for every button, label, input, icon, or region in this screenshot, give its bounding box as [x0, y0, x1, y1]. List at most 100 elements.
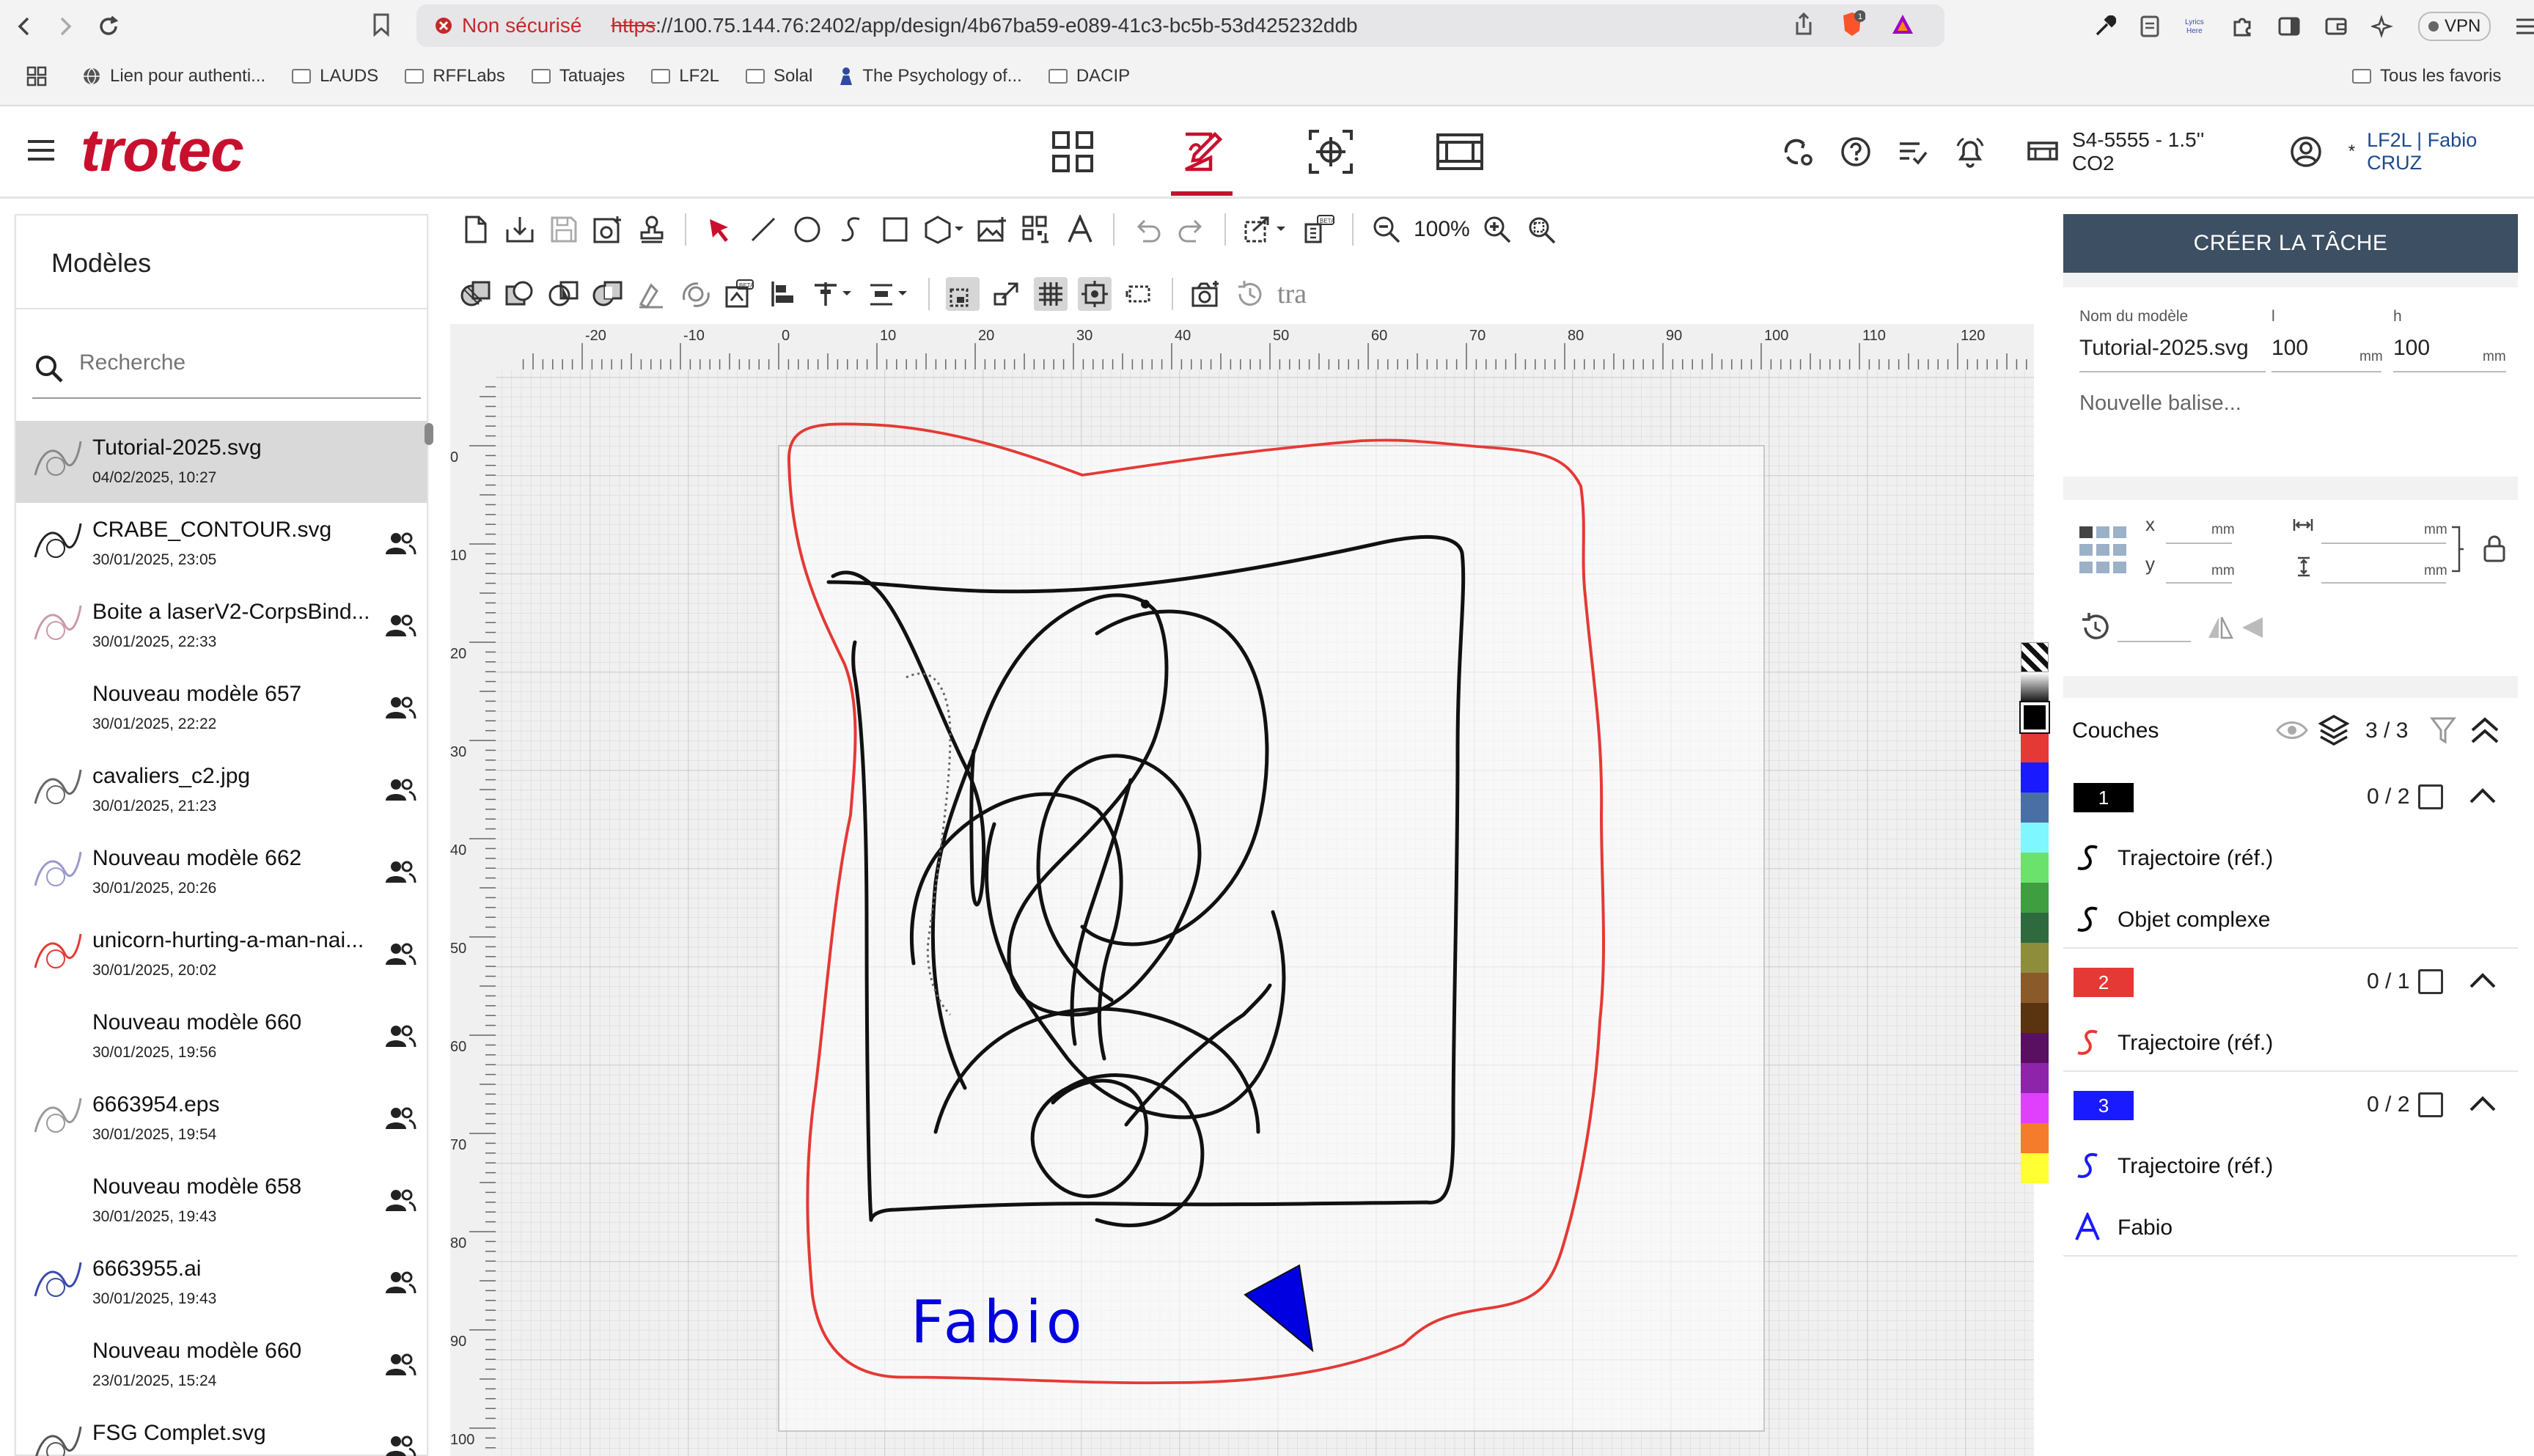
dashboard-mode-button[interactable] [1040, 121, 1106, 183]
model-list-item[interactable]: unicorn-hurting-a-man-nai... 30/01/2025, … [16, 913, 427, 996]
layer-object-item[interactable]: Fabio [2063, 1199, 2518, 1257]
undo-icon[interactable] [1131, 213, 1164, 246]
height-field[interactable]: 100 [2393, 336, 2430, 361]
new-file-icon[interactable] [459, 213, 493, 246]
rotation-field-underline[interactable] [2118, 641, 2191, 642]
create-job-button[interactable]: CRÉER LA TÂCHE [2063, 214, 2518, 273]
model-list-item[interactable]: cavaliers_c2.jpg 30/01/2025, 21:23 [16, 749, 427, 831]
polygon-tool-icon[interactable] [922, 213, 965, 246]
snap-arrow-icon[interactable] [990, 277, 1024, 311]
image-tool-icon[interactable] [975, 213, 1009, 246]
beta-tool-icon[interactable]: BETA [1302, 213, 1336, 246]
camera-add-icon[interactable] [1189, 277, 1223, 311]
share-icon[interactable] [1793, 10, 1814, 38]
palette-gradient-swatch[interactable] [2021, 672, 2049, 702]
snap-to-object-icon[interactable] [946, 277, 980, 311]
layer-object-item[interactable]: Trajectoire (réf.) [2063, 830, 2518, 887]
bookmark-item[interactable]: LAUDS [292, 66, 378, 87]
sidebar-icon[interactable] [2277, 16, 2301, 37]
zoom-out-icon[interactable] [1370, 213, 1403, 246]
layer-object-item[interactable]: Objet complexe [2063, 891, 2518, 949]
help-icon[interactable] [1840, 136, 1871, 167]
bookmark-item[interactable]: The Psychology of... [839, 66, 1022, 87]
palette-color-swatch[interactable] [2021, 973, 2049, 1003]
model-list-item[interactable]: CRABE_CONTOUR.svg 30/01/2025, 23:05 [16, 503, 427, 585]
bounding-box-icon[interactable] [1122, 277, 1156, 311]
hamburger-menu-icon[interactable] [26, 137, 56, 163]
filter-icon[interactable] [2430, 716, 2456, 745]
brave-rewards-icon[interactable] [1890, 10, 1915, 38]
zoom-level[interactable]: 100% [1414, 217, 1470, 242]
text-tool-icon[interactable] [1063, 213, 1097, 246]
layer-select-checkbox[interactable] [2418, 969, 2443, 994]
model-list-item[interactable]: Nouveau modèle 660 23/01/2025, 15:24 [16, 1324, 427, 1406]
layer-header[interactable]: 3 0 / 2 [2063, 1079, 2518, 1130]
palette-color-swatch[interactable] [2021, 1033, 2049, 1063]
model-list-item[interactable]: Nouveau modèle 657 30/01/2025, 22:22 [16, 667, 427, 749]
user-name[interactable]: LF2L | Fabio CRUZ [2367, 129, 2534, 174]
snap-to-center-icon[interactable] [1078, 277, 1112, 311]
tasks-checklist-icon[interactable] [1898, 138, 1928, 166]
stamp-icon[interactable] [635, 213, 669, 246]
bookmark-item[interactable]: Solal [745, 66, 812, 87]
all-bookmarks[interactable]: Tous les favoris [2352, 66, 2501, 87]
layer-header[interactable]: 2 0 / 1 [2063, 956, 2518, 1007]
wallet-icon[interactable] [2324, 16, 2348, 37]
redo-icon[interactable] [1175, 213, 1208, 246]
search-input[interactable] [79, 350, 402, 375]
notifications-bell-icon[interactable] [1955, 136, 1986, 168]
palette-color-swatch[interactable] [2021, 853, 2049, 883]
lyrics-extension-icon[interactable]: Lyrics Here [2184, 15, 2207, 37]
palette-transparent-swatch[interactable] [2021, 642, 2049, 672]
ellipse-tool-icon[interactable] [790, 213, 824, 246]
layer-object-item[interactable]: Trajectoire (réf.) [2063, 1138, 2518, 1195]
reload-icon[interactable] [97, 15, 120, 38]
select-arrow-icon[interactable] [702, 213, 736, 246]
palette-color-swatch[interactable] [2021, 762, 2049, 793]
leo-ai-icon[interactable] [2371, 15, 2395, 38]
align-center-icon[interactable] [811, 277, 856, 311]
subtract-icon[interactable] [503, 277, 537, 311]
apps-grid-icon[interactable] [26, 66, 47, 87]
model-list-item[interactable]: 6663954.eps 30/01/2025, 19:54 [16, 1078, 427, 1160]
palette-color-swatch[interactable] [2021, 883, 2049, 913]
bookmark-page-icon[interactable] [372, 13, 390, 37]
tra-label[interactable]: tra [1277, 278, 1307, 310]
layer-select-checkbox[interactable] [2418, 784, 2443, 809]
model-list-item[interactable]: Boite a laserV2-CorpsBind... 30/01/2025, … [16, 585, 427, 667]
scrollbar[interactable] [425, 423, 433, 445]
eyedropper-icon[interactable] [2094, 15, 2116, 37]
model-list-item[interactable]: Tutorial-2025.svg 04/02/2025, 10:27 [16, 421, 427, 503]
user-avatar-icon[interactable] [2290, 136, 2322, 168]
model-name-field[interactable]: Tutorial-2025.svg [2079, 336, 2249, 361]
search-box[interactable] [32, 345, 421, 399]
arrange-icon[interactable] [1242, 213, 1292, 246]
vpn-button[interactable]: VPN [2418, 12, 2491, 41]
contour-icon[interactable] [679, 277, 713, 311]
address-bar[interactable]: Non sécurisé https ://100.75.144.76:2402… [416, 4, 1944, 47]
browser-menu-icon[interactable] [2514, 17, 2534, 36]
collapse-caret-icon[interactable] [2468, 784, 2497, 806]
save-icon[interactable] [547, 213, 581, 246]
reader-icon[interactable] [2140, 15, 2160, 38]
palette-color-swatch[interactable] [2021, 1003, 2049, 1033]
combine-icon[interactable] [459, 277, 493, 311]
collapse-caret-icon[interactable] [2468, 1092, 2497, 1114]
fabio-text-object[interactable]: Fabio [911, 1288, 1087, 1356]
security-warning[interactable]: Non sécurisé [462, 14, 581, 37]
palette-color-swatch[interactable] [2021, 1153, 2049, 1183]
layer-header[interactable]: 1 0 / 2 [2063, 771, 2518, 823]
flip-horizontal-icon[interactable] [2206, 614, 2235, 641]
distribute-icon[interactable] [867, 277, 912, 311]
job-mode-button[interactable] [1427, 121, 1493, 183]
palette-color-swatch[interactable] [2021, 1063, 2049, 1093]
save-as-icon[interactable] [591, 213, 625, 246]
palette-color-swatch[interactable] [2021, 793, 2049, 823]
model-list-item[interactable]: FSG Complet.svg [16, 1406, 427, 1456]
collapse-all-icon[interactable] [2469, 716, 2500, 745]
back-icon[interactable] [15, 15, 34, 37]
bookmark-item[interactable]: RFFLabs [405, 66, 505, 87]
brave-shield-icon[interactable]: 1 [1839, 10, 1865, 38]
position-mode-button[interactable] [1298, 121, 1364, 183]
exclude-icon[interactable] [591, 277, 625, 311]
